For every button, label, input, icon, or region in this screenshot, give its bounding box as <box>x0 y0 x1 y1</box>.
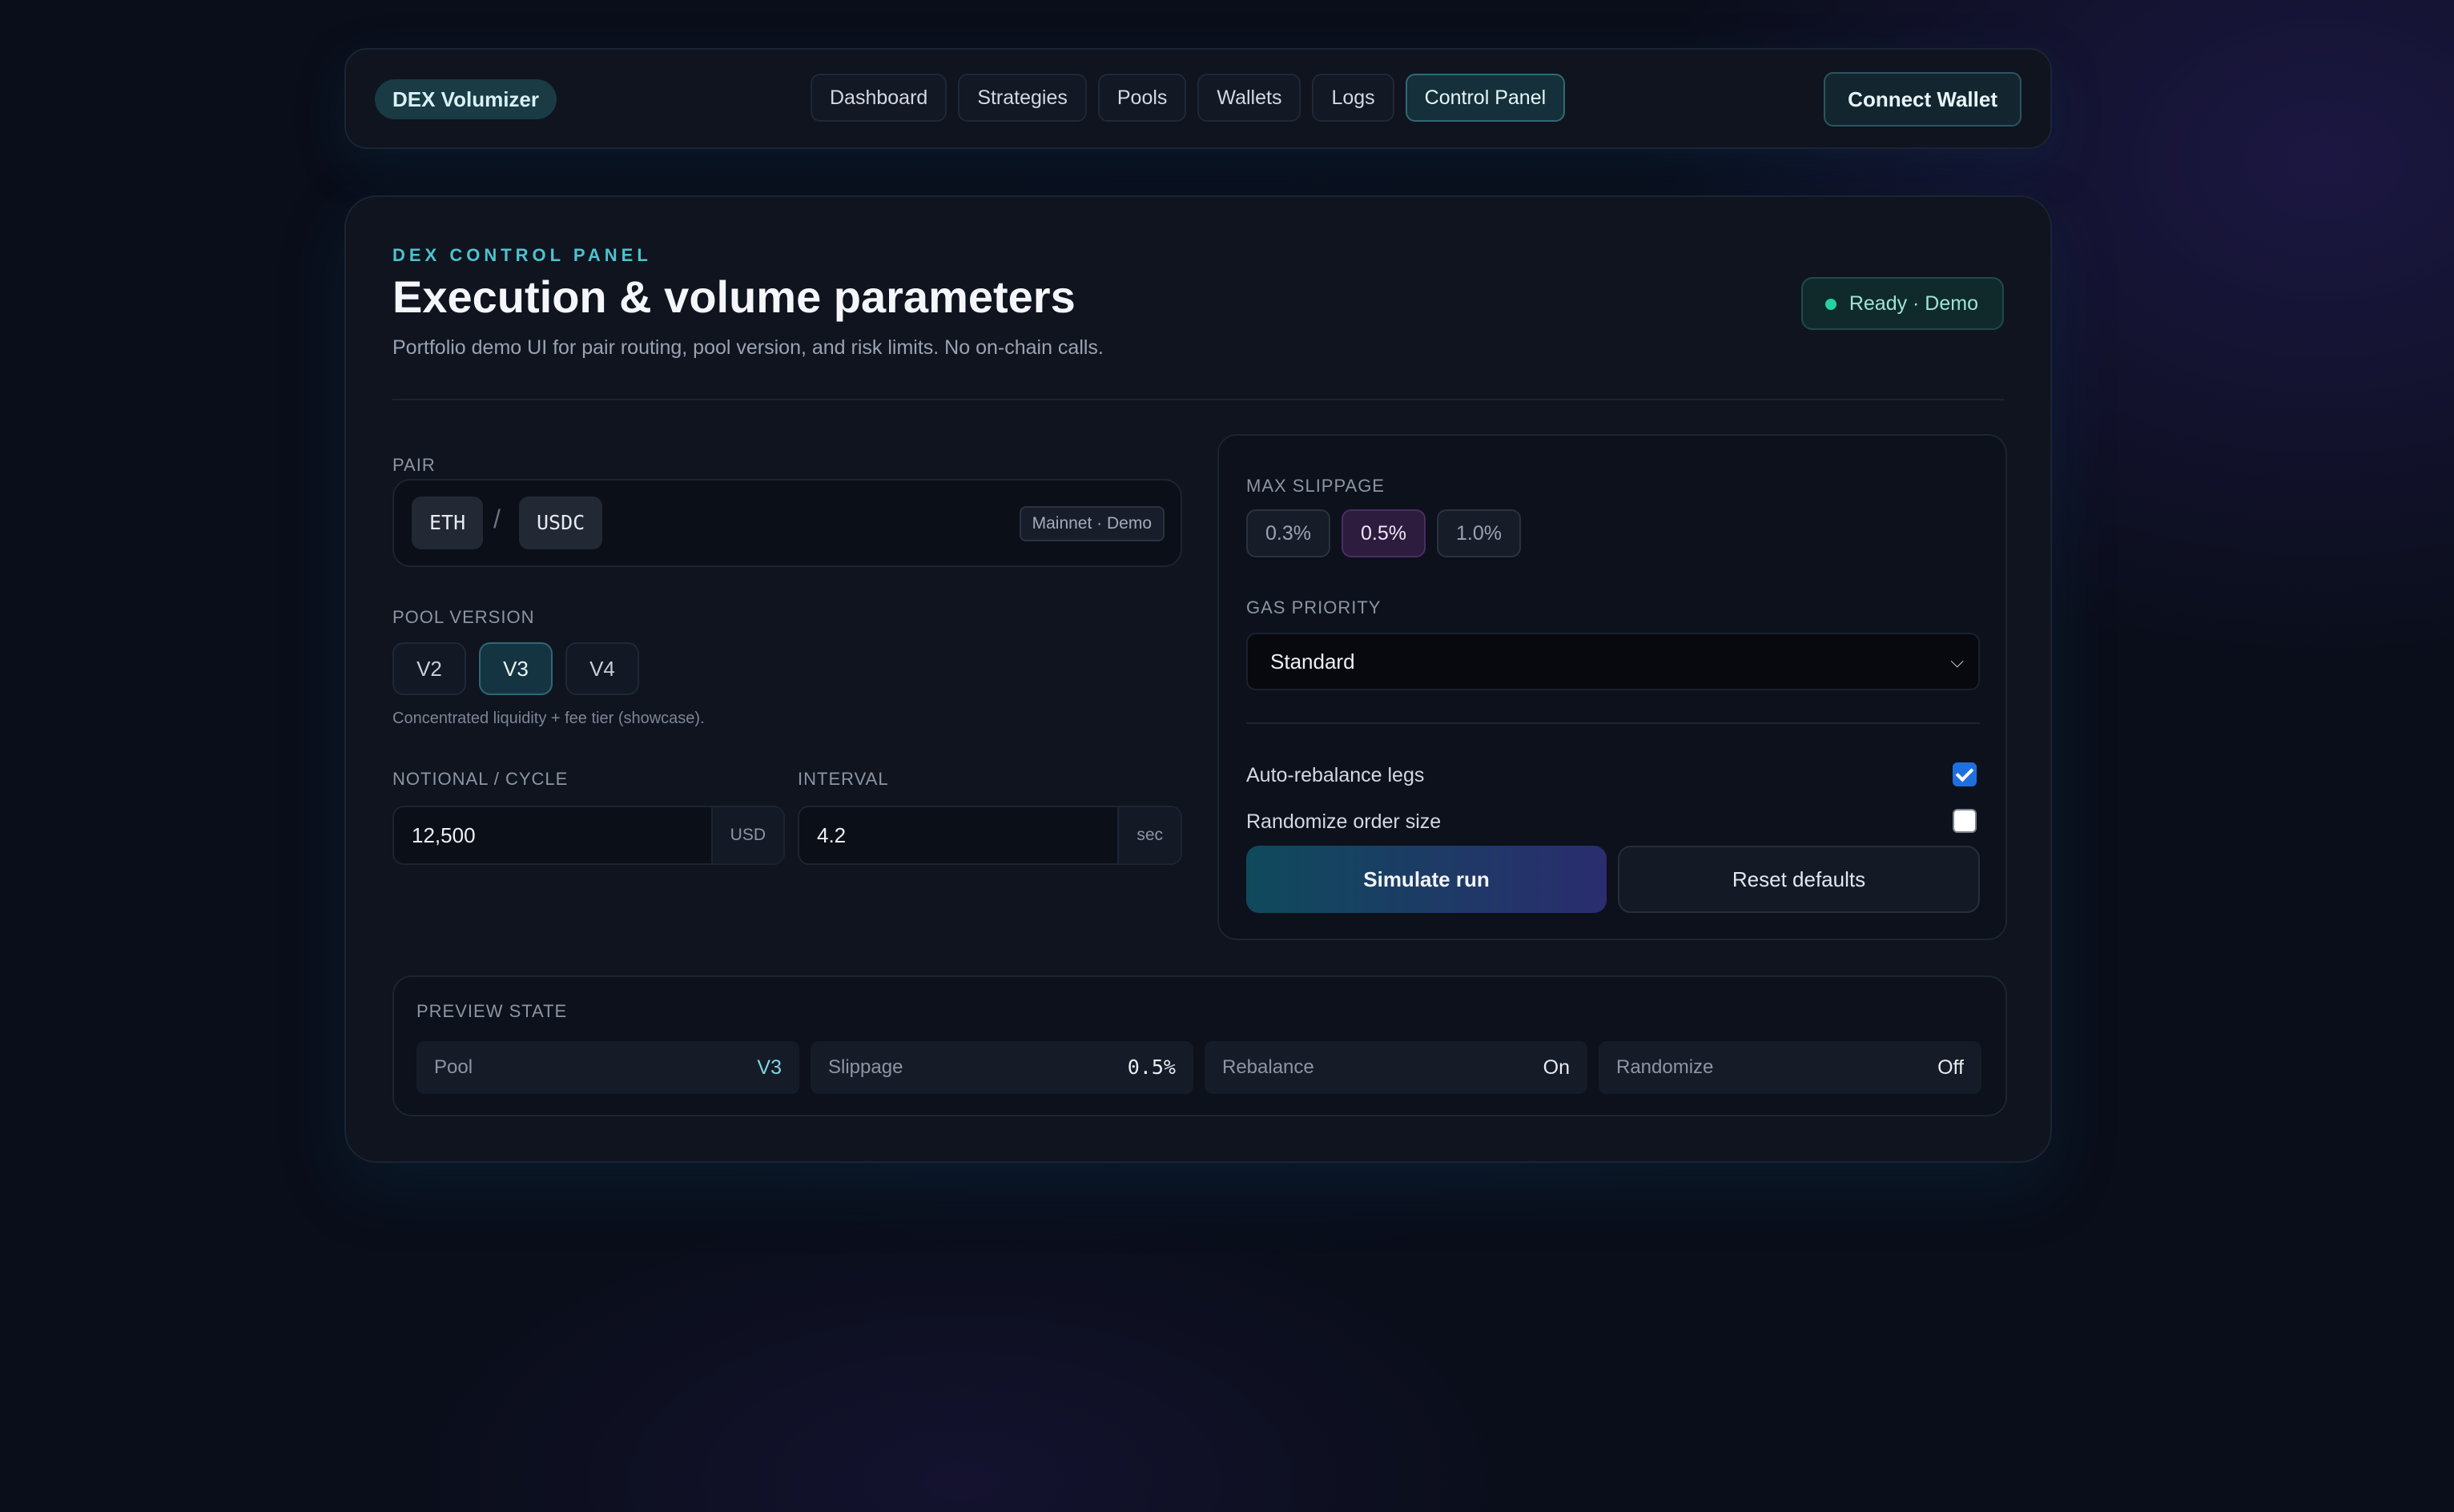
status-dot-icon <box>1824 299 1836 310</box>
brand-logo[interactable]: DEX Volumizer <box>375 79 557 119</box>
preview-key: Slippage <box>828 1056 903 1078</box>
simulate-run-button[interactable]: Simulate run <box>1246 846 1607 913</box>
auto-rebalance-label: Auto-rebalance legs <box>1246 764 1425 786</box>
interval-field[interactable]: 4.2 sec <box>798 806 1182 865</box>
top-nav-bar: DEX Volumizer Dashboard Strategies Pools… <box>344 48 2052 149</box>
pool-version-v2[interactable]: V2 <box>392 642 466 695</box>
notional-field[interactable]: 12,500 USD <box>392 806 785 865</box>
pool-version-label: POOL VERSION <box>392 607 535 627</box>
preview-randomize: Randomize Off <box>1599 1041 1981 1094</box>
preview-rebalance: Rebalance On <box>1205 1041 1587 1094</box>
preview-pool: Pool V3 <box>416 1041 799 1094</box>
gas-priority-value: Standard <box>1270 649 1355 674</box>
preview-value: V3 <box>757 1056 782 1079</box>
pair-selector: ETH / USDC Mainnet · Demo <box>392 479 1182 567</box>
network-badge: Mainnet · Demo <box>1019 506 1165 541</box>
randomize-size-checkbox[interactable] <box>1953 809 1977 833</box>
status-badge: Ready · Demo <box>1800 277 2004 330</box>
interval-unit: sec <box>1117 807 1181 863</box>
control-panel-card: DEX CONTROL PANEL Execution & volume par… <box>344 195 2052 1163</box>
slippage-option-0-3[interactable]: 0.3% <box>1246 509 1330 557</box>
max-slippage-label: MAX SLIPPAGE <box>1246 476 1385 496</box>
notional-input[interactable]: 12,500 <box>394 807 711 863</box>
interval-label: INTERVAL <box>798 769 889 789</box>
main-nav: Dashboard Strategies Pools Wallets Logs … <box>811 74 1566 122</box>
pool-version-selector: V2 V3 V4 <box>392 642 639 695</box>
nav-item-strategies[interactable]: Strategies <box>958 74 1087 122</box>
chevron-down-icon: ⌵ <box>1950 651 1964 671</box>
notional-unit: USD <box>710 807 783 863</box>
preview-key: Pool <box>434 1056 473 1078</box>
nav-item-dashboard[interactable]: Dashboard <box>811 74 947 122</box>
nav-item-pools[interactable]: Pools <box>1097 74 1187 122</box>
quote-token-chip[interactable]: USDC <box>519 497 603 549</box>
interval-input[interactable]: 4.2 <box>799 807 1117 863</box>
reset-defaults-button[interactable]: Reset defaults <box>1618 846 1980 913</box>
preview-state-label: PREVIEW STATE <box>416 1001 568 1021</box>
status-text: Ready · Demo <box>1849 292 1978 315</box>
preview-key: Rebalance <box>1222 1056 1314 1078</box>
pair-label: PAIR <box>392 455 436 475</box>
header-divider <box>392 399 2004 400</box>
gas-priority-select[interactable]: Standard ⌵ <box>1246 633 1980 690</box>
execution-settings-panel: MAX SLIPPAGE 0.3% 0.5% 1.0% GAS PRIORITY… <box>1217 434 2007 940</box>
gas-priority-label: GAS PRIORITY <box>1246 597 1382 617</box>
preview-value: 0.5% <box>1127 1056 1176 1079</box>
pool-version-hint: Concentrated liquidity + fee tier (showc… <box>392 710 705 727</box>
preview-slippage: Slippage 0.5% <box>811 1041 1193 1094</box>
connect-wallet-button[interactable]: Connect Wallet <box>1824 72 2022 127</box>
preview-value: On <box>1543 1056 1570 1079</box>
notional-label: NOTIONAL / CYCLE <box>392 769 569 789</box>
slippage-option-0-5[interactable]: 0.5% <box>1341 509 1426 557</box>
slippage-selector: 0.3% 0.5% 1.0% <box>1246 509 1521 557</box>
pool-version-v4[interactable]: V4 <box>565 642 639 695</box>
section-kicker: DEX CONTROL PANEL <box>392 245 652 265</box>
pair-separator: / <box>493 505 501 533</box>
page-subtitle: Portfolio demo UI for pair routing, pool… <box>392 336 1104 359</box>
panel-divider <box>1246 722 1980 724</box>
nav-item-logs[interactable]: Logs <box>1312 74 1394 122</box>
nav-item-control-panel[interactable]: Control Panel <box>1405 74 1566 122</box>
base-token-chip[interactable]: ETH <box>412 497 484 549</box>
preview-value: Off <box>1937 1056 1964 1079</box>
slippage-option-1-0[interactable]: 1.0% <box>1436 509 1521 557</box>
auto-rebalance-checkbox[interactable] <box>1953 762 1977 786</box>
pool-version-v3[interactable]: V3 <box>479 642 553 695</box>
page-title: Execution & volume parameters <box>392 271 1076 322</box>
nav-item-wallets[interactable]: Wallets <box>1197 74 1301 122</box>
randomize-size-label: Randomize order size <box>1246 810 1442 833</box>
preview-state-panel: PREVIEW STATE Pool V3 Slippage 0.5% Reba… <box>392 975 2007 1116</box>
preview-key: Randomize <box>1616 1056 1714 1078</box>
